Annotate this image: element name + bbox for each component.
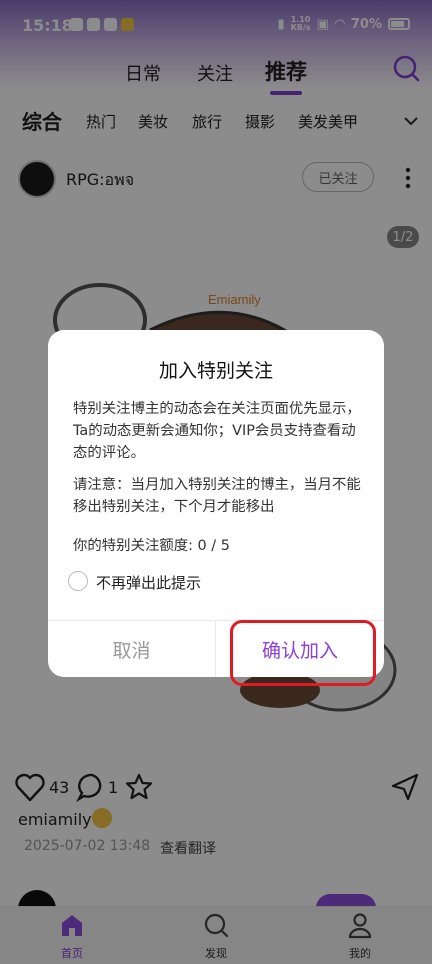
- dont-show-again-checkbox[interactable]: [68, 571, 88, 591]
- confirm-highlight-annotation: [230, 620, 376, 686]
- dont-show-again-label[interactable]: 不再弹出此提示: [96, 572, 201, 593]
- cancel-button[interactable]: 取消: [48, 621, 215, 677]
- dialog-notice: 请注意：当月加入特别关注的博主，当月不能移出特别关注，下个月才能移出: [73, 477, 361, 515]
- dialog-description: 特别关注博主的动态会在关注页面优先显示，Ta的动态更新会通知你；VIP会员支持查…: [73, 401, 361, 461]
- dialog-title: 加入特别关注: [158, 360, 273, 382]
- dialog-quota: 你的特别关注额度: 0 / 5: [73, 538, 230, 554]
